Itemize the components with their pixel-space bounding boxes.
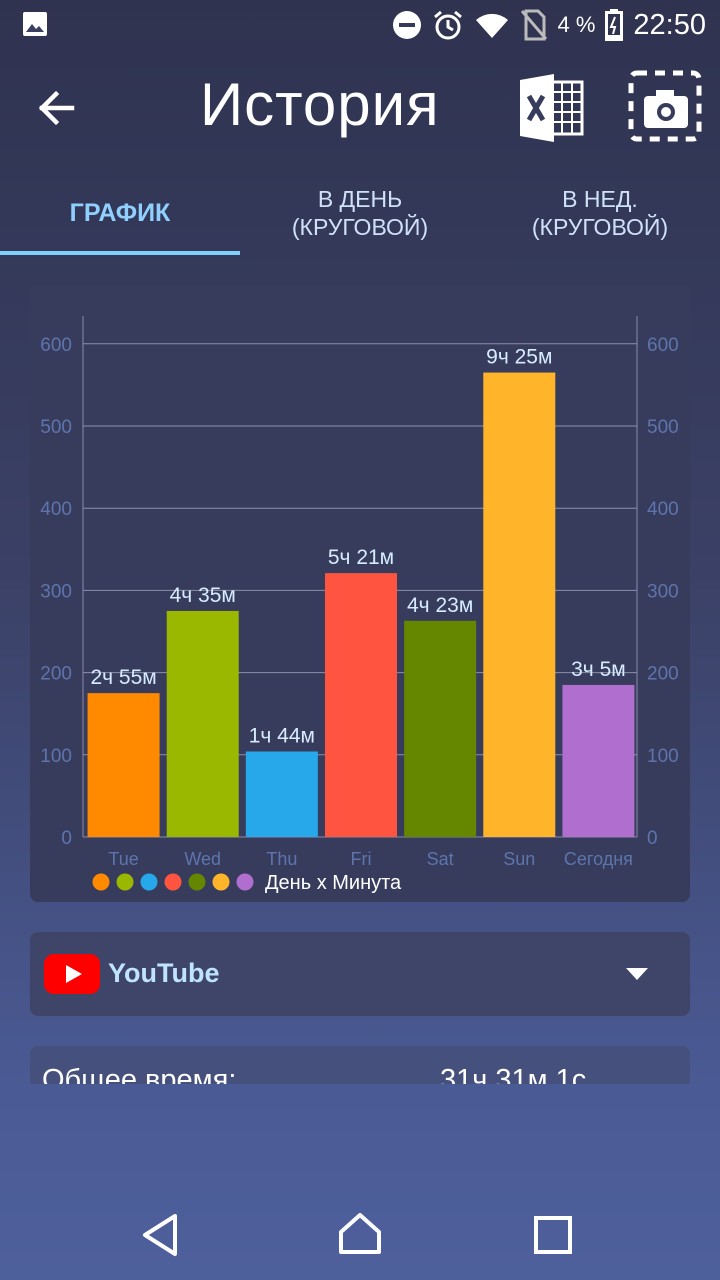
wifi-icon <box>475 13 508 38</box>
bar-value-label: 4ч 23м <box>407 594 473 617</box>
legend-swatch <box>188 873 206 891</box>
y-tick-label-left: 300 <box>40 581 72 602</box>
legend-swatch <box>236 873 254 891</box>
excel-export-icon[interactable] <box>516 72 588 144</box>
x-tick-label: Thu <box>266 849 297 869</box>
total-time-value: 31ч 31м 1с <box>440 1064 587 1084</box>
bar <box>87 693 160 837</box>
bar <box>325 573 397 837</box>
bar-value-label: 9ч 25м <box>486 346 552 369</box>
x-tick-label: Сегодня <box>564 849 633 869</box>
bar <box>483 372 556 837</box>
bar <box>245 751 318 837</box>
legend-swatch <box>116 873 134 891</box>
clock: 22:50 <box>633 8 706 41</box>
tab-per-day-pie[interactable]: В ДЕНЬ (КРУГОВОЙ) <box>240 168 480 258</box>
bar-chart: 0 0 100 100 200 200 300 300 400 400 500 500 600 600 2ч… <box>40 316 679 894</box>
y-tick-label-left: 600 <box>40 335 72 356</box>
bar-value-label: 4ч 35м <box>170 584 236 607</box>
x-tick-label: Sat <box>427 849 454 869</box>
x-tick-label: Sun <box>503 849 535 869</box>
y-tick-label-right: 600 <box>647 335 679 356</box>
y-tick-label-right: 300 <box>647 581 679 602</box>
page-title: История <box>200 71 440 138</box>
status-icons: 4 % 22:50 <box>392 6 706 44</box>
tab-graph[interactable]: ГРАФИК <box>0 168 240 258</box>
y-tick-label-left: 0 <box>61 828 72 849</box>
battery-low-icon <box>605 9 624 41</box>
app-selector[interactable]: YouTube <box>30 932 690 1016</box>
no-sim-icon <box>520 9 547 41</box>
bar-value-label: 3ч 5м <box>571 658 626 681</box>
legend-swatch <box>164 873 182 891</box>
total-time-card: Общее время: 31ч 31м 1с <box>30 1046 690 1084</box>
x-tick-label: Tue <box>108 849 138 869</box>
selected-app-name: YouTube <box>108 958 220 988</box>
y-tick-label-right: 100 <box>647 746 679 767</box>
legend-swatch <box>140 873 158 891</box>
x-tick-label: Fri <box>351 849 372 869</box>
y-tick-label-left: 200 <box>40 664 72 685</box>
alarm-icon <box>433 10 462 40</box>
back-button[interactable] <box>26 78 86 138</box>
legend-swatch <box>92 873 110 891</box>
battery-percent: 4 % <box>557 12 596 37</box>
bar <box>562 684 635 837</box>
tab-indicator <box>0 251 240 255</box>
tab-bar: ГРАФИК В ДЕНЬ (КРУГОВОЙ) В НЕД. (КРУГОВО… <box>0 168 720 258</box>
app-bar: История <box>0 58 720 158</box>
y-tick-label-right: 200 <box>647 664 679 685</box>
y-tick-label-right: 0 <box>647 828 658 849</box>
x-tick-label: Wed <box>184 849 221 869</box>
y-tick-label-left: 500 <box>40 417 72 438</box>
youtube-icon <box>44 954 100 994</box>
bar-value-label: 5ч 21м <box>328 546 394 569</box>
legend-swatch <box>212 873 230 891</box>
y-tick-label-right: 400 <box>647 499 679 520</box>
bar-value-label: 1ч 44м <box>249 725 315 748</box>
back-triangle-icon[interactable] <box>135 1210 185 1260</box>
y-tick-label-right: 500 <box>647 417 679 438</box>
status-bar: 4 % 22:50 <box>0 0 720 50</box>
system-nav-bar <box>0 1190 720 1280</box>
home-icon[interactable] <box>335 1210 385 1260</box>
bar <box>404 620 477 837</box>
total-time-label: Общее время: <box>42 1064 237 1084</box>
y-tick-label-left: 400 <box>40 499 72 520</box>
chart-card: 0 0 100 100 200 200 300 300 400 400 500 500 600 600 2ч… <box>30 286 690 902</box>
chevron-down-icon[interactable] <box>626 968 648 980</box>
screenshot-icon[interactable] <box>628 70 702 142</box>
back-arrow-icon <box>38 90 75 126</box>
tab-per-week-pie[interactable]: В НЕД. (КРУГОВОЙ) <box>480 168 720 258</box>
y-tick-label-left: 100 <box>40 746 72 767</box>
gallery-icon <box>23 12 47 36</box>
bar-value-label: 2ч 55м <box>90 666 156 689</box>
do-not-disturb-icon <box>392 11 421 39</box>
legend-label: День x Минута <box>265 872 402 894</box>
bar <box>166 610 239 837</box>
recents-icon[interactable] <box>528 1210 578 1260</box>
